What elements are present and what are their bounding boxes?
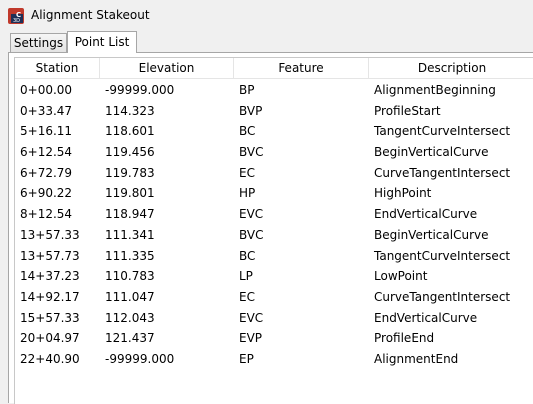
station-cell: 22+40.90 (20, 351, 80, 366)
elevation-cell: 110.783 (105, 269, 155, 284)
description-cell: ProfileStart (374, 103, 441, 118)
feature-cell: BVP (239, 103, 263, 118)
description-cell: TangentCurveIntersect (374, 124, 511, 139)
table-row[interactable]: 6+12.54 119.456 BVC BeginVerticalCurve (15, 142, 533, 163)
table-row[interactable]: 6+72.79 119.783 EC CurveTangentIntersect (15, 163, 533, 184)
description-cell: ProfileEnd (374, 331, 435, 346)
feature-cell: EVC (239, 207, 264, 222)
description-cell: TangentCurveIntersect (374, 248, 511, 263)
description-cell: BeginVerticalCurve (374, 227, 489, 242)
description-cell: EndVerticalCurve (374, 207, 478, 222)
table-row[interactable]: 14+37.23 110.783 LP LowPoint (15, 266, 533, 287)
table-header: Station Elevation Feature Description (15, 58, 533, 79)
elevation-cell: 112.043 (105, 310, 155, 325)
table-row[interactable]: 22+40.90 -99999.000 EP AlignmentEnd (15, 349, 533, 370)
column-header-elevation[interactable]: Elevation (100, 58, 234, 78)
description-cell: BeginVerticalCurve (374, 145, 489, 160)
window-title: Alignment Stakeout (31, 8, 150, 22)
elevation-cell: -99999.000 (105, 83, 175, 97)
feature-cell: EP (239, 351, 254, 366)
description-cell: AlignmentEnd (374, 351, 459, 366)
description-cell: HighPoint (374, 186, 432, 201)
table-row[interactable]: 13+57.73 111.335 BC TangentCurveIntersect (15, 246, 533, 267)
station-cell: 5+16.11 (20, 124, 73, 139)
table-row[interactable]: 0+00.00 -99999.000 BP AlignmentBeginning (15, 80, 533, 101)
elevation-cell: 111.341 (105, 227, 155, 242)
table-row[interactable]: 13+57.33 111.341 BVC BeginVerticalCurve (15, 225, 533, 246)
station-cell: 6+72.79 (20, 165, 73, 180)
feature-cell: BC (239, 124, 256, 139)
elevation-cell: 119.801 (105, 186, 155, 201)
elevation-cell: 119.783 (105, 165, 155, 180)
tab-point-list[interactable]: Point List (67, 31, 137, 53)
feature-cell: EVP (239, 331, 263, 346)
elevation-cell: 114.323 (105, 103, 155, 118)
station-cell: 0+33.47 (20, 103, 73, 118)
tab-settings[interactable]: Settings (10, 33, 67, 52)
elevation-cell: 111.047 (105, 289, 155, 304)
tab-panel: Station Elevation Feature Description 0+… (8, 52, 533, 404)
column-header-station[interactable]: Station (15, 58, 100, 78)
title-bar: C 3D Alignment Stakeout (0, 0, 533, 28)
station-cell: 20+04.97 (20, 331, 80, 346)
table-row[interactable]: 14+92.17 111.047 EC CurveTangentIntersect (15, 287, 533, 308)
elevation-cell: -99999.000 (105, 351, 175, 366)
table-row[interactable]: 6+90.22 119.801 HP HighPoint (15, 183, 533, 204)
station-cell: 8+12.54 (20, 207, 73, 222)
elevation-cell: 118.601 (105, 124, 155, 139)
feature-cell: HP (239, 186, 256, 201)
station-cell: 13+57.33 (20, 227, 80, 242)
elevation-cell: 118.947 (105, 207, 155, 222)
elevation-cell: 121.437 (105, 331, 155, 346)
station-cell: 6+90.22 (20, 186, 73, 201)
feature-cell: BVC (239, 227, 264, 242)
table-row[interactable]: 15+57.33 112.043 EVC EndVerticalCurve (15, 308, 533, 329)
station-cell: 14+37.23 (20, 269, 80, 284)
description-cell: LowPoint (374, 269, 428, 284)
table-body: 0+00.00 -99999.000 BP AlignmentBeginning 0+… (15, 80, 533, 370)
c3d-app-icon: C 3D (8, 8, 24, 24)
table-row[interactable]: 8+12.54 118.947 EVC EndVerticalCurve (15, 204, 533, 225)
column-header-description[interactable]: Description (369, 58, 533, 78)
point-list-table[interactable]: Station Elevation Feature Description 0+… (14, 57, 533, 404)
feature-cell: LP (239, 269, 253, 284)
feature-cell: BP (239, 83, 255, 97)
elevation-cell: 119.456 (105, 145, 155, 160)
tab-bar: Settings Point List (8, 31, 533, 53)
description-cell: EndVerticalCurve (374, 310, 478, 325)
feature-cell: EVC (239, 310, 264, 325)
feature-cell: BVC (239, 145, 264, 160)
feature-cell: BC (239, 248, 256, 263)
feature-cell: EC (239, 165, 255, 180)
description-cell: CurveTangentIntersect (374, 289, 511, 304)
station-cell: 13+57.73 (20, 248, 80, 263)
elevation-cell: 111.335 (105, 248, 155, 263)
description-cell: AlignmentBeginning (374, 83, 496, 97)
station-cell: 15+57.33 (20, 310, 80, 325)
station-cell: 0+00.00 (20, 83, 73, 97)
description-cell: CurveTangentIntersect (374, 165, 511, 180)
table-row[interactable]: 0+33.47 114.323 BVP ProfileStart (15, 101, 533, 122)
column-header-feature[interactable]: Feature (234, 58, 369, 78)
station-cell: 6+12.54 (20, 145, 73, 160)
table-row[interactable]: 5+16.11 118.601 BC TangentCurveIntersect (15, 121, 533, 142)
feature-cell: EC (239, 289, 255, 304)
table-row[interactable]: 20+04.97 121.437 EVP ProfileEnd (15, 328, 533, 349)
station-cell: 14+92.17 (20, 289, 80, 304)
svg-text:3D: 3D (13, 18, 20, 24)
